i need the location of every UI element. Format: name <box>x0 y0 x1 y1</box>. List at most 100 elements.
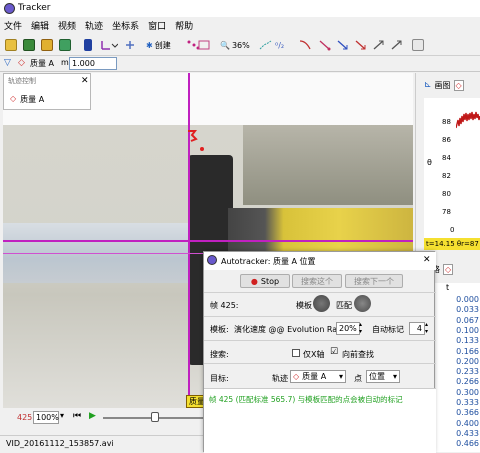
track-diamond-icon: ◇ <box>18 58 25 68</box>
evolution-rate-input[interactable]: 20% <box>336 322 360 335</box>
stop-button[interactable]: ● Stop <box>240 274 290 288</box>
track-marker[interactable] <box>185 129 209 155</box>
track-name-label[interactable]: 质量 A <box>30 58 54 69</box>
labels-icon[interactable]: ⁰/₂ <box>275 38 284 52</box>
dialog-title-bar: Autotracker: 质量 A 位置 ✕ <box>204 252 436 270</box>
dialog-message-area: 帧 425 (匹配标准 565.7) 与模板匹配的点会被自动的标记 <box>204 388 436 453</box>
track-diamond-icon: ◇ <box>293 372 300 381</box>
save-icon[interactable] <box>23 38 35 52</box>
table-cell[interactable]: 0.000 <box>456 295 479 304</box>
dialog-close-icon[interactable]: ✕ <box>423 255 431 265</box>
import-icon[interactable] <box>59 38 71 52</box>
x-axis-checkbox[interactable] <box>292 349 300 360</box>
dialog-title: Autotracker: 质量 A 位置 <box>221 257 316 266</box>
momentum-icon[interactable] <box>372 38 386 52</box>
stop-label: Stop <box>260 276 280 286</box>
track-select[interactable]: ◇ 质量 A ▾ <box>290 370 346 383</box>
point-select[interactable]: 位置 ▾ <box>366 370 400 383</box>
open-video-icon[interactable] <box>41 38 53 52</box>
accel-icon[interactable] <box>354 38 368 52</box>
look-ahead-checkbox[interactable]: ☑ <box>330 347 338 357</box>
coord-axis-horizontal[interactable] <box>3 240 413 242</box>
track-diamond-icon: ◇ <box>10 94 17 103</box>
table-cell[interactable]: 0.067 <box>456 316 479 325</box>
search-this-button[interactable]: 搜索这个 <box>292 274 342 288</box>
auto-mark-input[interactable]: 4 <box>409 322 425 335</box>
plot-tab-bar: ⊾ 画图 ◇ <box>424 77 480 93</box>
plot-track-selector[interactable]: ◇ <box>453 79 464 91</box>
player-bar: 425 100% ▾ ⏮ ▶ <box>3 408 205 428</box>
table-cell[interactable]: 0.400 <box>456 419 479 428</box>
track-control-title: 轨迹控制 <box>8 77 36 85</box>
template-image <box>313 295 330 312</box>
force-icon[interactable] <box>390 38 404 52</box>
open-folder-icon[interactable] <box>5 38 17 52</box>
track-control-item[interactable]: ◇ 质量 A <box>10 94 44 105</box>
table-cell[interactable]: 0.433 <box>456 429 479 438</box>
zoom-dropdown-icon[interactable]: ▾ <box>60 411 64 420</box>
auto-mark-label: 自动标记 <box>372 325 404 334</box>
coord-axes-icon[interactable] <box>98 38 118 52</box>
plot-ylabel: θ <box>427 158 432 167</box>
table-cell[interactable]: 0.266 <box>456 377 479 386</box>
track-control-item-label: 质量 A <box>20 95 45 104</box>
app-logo-icon <box>4 3 15 14</box>
curve-icon[interactable] <box>298 38 312 52</box>
timeline-thumb[interactable] <box>151 412 159 422</box>
separator <box>204 340 436 341</box>
dropdown-icon: ▾ <box>338 372 343 381</box>
search-next-button[interactable]: 搜索下一个 <box>345 274 403 288</box>
plot-tick: 84 <box>442 154 451 162</box>
filter-icon[interactable]: ▽ <box>4 58 11 68</box>
close-icon[interactable]: ✕ <box>81 76 89 86</box>
table-cell[interactable]: 0.033 <box>456 305 479 314</box>
menu-file[interactable]: 文件 <box>4 19 22 32</box>
clip-settings-icon[interactable] <box>84 38 92 52</box>
table-cell[interactable]: 0.200 <box>456 357 479 366</box>
play-icon[interactable]: ▶ <box>89 411 96 421</box>
table-header: t <box>446 283 450 292</box>
auto-mark-stepper[interactable]: ▴ ▾ <box>425 321 428 335</box>
match-label: 匹配 <box>336 301 352 310</box>
video-frame-shelf <box>243 125 413 205</box>
playback-zoom[interactable]: 100% <box>33 411 59 424</box>
menu-edit[interactable]: 编辑 <box>31 19 49 32</box>
frame-number[interactable]: 425 <box>17 413 32 422</box>
step-back-icon[interactable]: ⏮ <box>73 411 81 421</box>
zoom-label: 36% <box>231 40 250 50</box>
menu-help[interactable]: 帮助 <box>175 19 193 32</box>
zoom-button[interactable]: 🔍 36% <box>220 38 250 52</box>
separator <box>204 292 436 293</box>
tab-plot[interactable]: 画图 <box>435 80 451 91</box>
table-cell[interactable]: 0.300 <box>456 388 479 397</box>
tape-icon[interactable] <box>124 38 136 52</box>
table-track-selector[interactable]: ◇ <box>443 263 454 275</box>
table-cell[interactable]: 0.366 <box>456 408 479 417</box>
table-cell[interactable]: 0.233 <box>456 367 479 376</box>
menu-window[interactable]: 窗口 <box>148 19 166 32</box>
plot-area[interactable]: 88 86 84 82 80 78 0 θ <box>424 98 480 238</box>
table-cell[interactable]: 0.133 <box>456 336 479 345</box>
velocity-icon[interactable] <box>336 38 350 52</box>
table-cell[interactable]: 0.166 <box>456 347 479 356</box>
evolution-stepper[interactable]: ▴ ▾ <box>359 321 362 335</box>
menu-video[interactable]: 视频 <box>58 19 76 32</box>
table-cell[interactable]: 0.333 <box>456 398 479 407</box>
menu-track[interactable]: 轨迹 <box>85 19 103 32</box>
vector-icon[interactable] <box>318 38 332 52</box>
search-label: 搜索: <box>210 350 229 359</box>
menu-bar: 文件 编辑 视频 轨迹 坐标系 窗口 帮助 <box>0 17 480 34</box>
table-cell[interactable]: 0.466 <box>456 439 479 448</box>
menu-coords[interactable]: 坐标系 <box>112 19 139 32</box>
mass-input[interactable]: 1.000 <box>69 57 117 70</box>
evolution-label: 演化速度 @@ Evolution Rate <box>234 325 346 334</box>
plot-tick: 78 <box>442 208 451 216</box>
notes-icon[interactable] <box>412 38 424 52</box>
track-control-panel: 轨迹控制 ✕ ◇ 质量 A <box>3 73 91 110</box>
trail-icon[interactable] <box>258 38 272 52</box>
table-cell[interactable]: 0.100 <box>456 326 479 335</box>
plot-tick: 86 <box>442 136 451 144</box>
create-button[interactable]: ✱ 创建 <box>146 38 171 52</box>
plot-icon: ⊾ <box>424 80 432 90</box>
track-control-icon[interactable] <box>198 38 210 52</box>
